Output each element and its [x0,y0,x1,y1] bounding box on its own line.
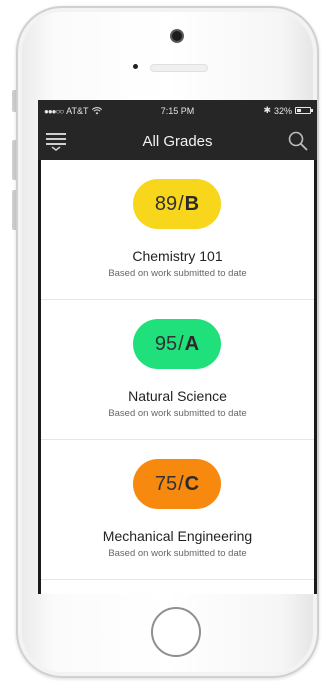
battery-icon [295,107,313,114]
search-icon[interactable] [287,130,309,152]
grade-score: 75 [154,472,178,495]
earpiece-speaker [150,64,208,72]
grade-card-mechanical-engineering[interactable]: 75/C Mechanical Engineering Based on wor… [41,440,314,580]
proximity-sensor [133,64,138,69]
front-camera [172,31,182,41]
grade-score: 89 [154,192,178,215]
device-mockup: ●●●○○ AT&T 7:15 PM ✱ 32% All Grades 89 /… [0,0,326,687]
bluetooth-icon: ✱ [263,105,271,115]
grade-letter: A [184,332,200,355]
grade-score: 95 [154,332,178,355]
battery-status: ✱ 32% [263,105,313,116]
grade-separator: / [178,472,184,495]
next-card-peek[interactable] [41,580,314,594]
grade-badge: 95/A [133,319,221,369]
grade-letter: B [184,192,200,215]
battery-level-fill [297,109,301,112]
grade-letter: C [184,472,200,495]
phone-screen: ●●●○○ AT&T 7:15 PM ✱ 32% All Grades 89 /… [38,100,317,594]
navigation-bar: All Grades [38,122,317,160]
course-name: Chemistry 101 [132,248,223,264]
course-subtitle: Based on work submitted to date [108,408,247,419]
grade-card-chemistry[interactable]: 89/B Chemistry 101 Based on work submitt… [41,160,314,300]
course-name: Natural Science [128,388,227,404]
grade-card-natural-science[interactable]: 95/A Natural Science Based on work submi… [41,300,314,440]
course-subtitle: Based on work submitted to date [108,548,247,559]
grade-badge: 75/C [133,459,221,509]
course-subtitle: Based on work submitted to date [108,268,247,279]
battery-percent: 32% [273,105,292,116]
grade-separator: / [178,192,184,215]
grade-badge: 89/B [133,179,221,229]
grades-list: 89/B Chemistry 101 Based on work submitt… [41,160,314,594]
grade-separator: / [178,332,184,355]
course-name: Mechanical Engineering [102,528,253,544]
status-bar: ●●●○○ AT&T 7:15 PM ✱ 32% [38,100,317,122]
page-title: All Grades [142,133,213,150]
home-button[interactable] [151,607,201,657]
